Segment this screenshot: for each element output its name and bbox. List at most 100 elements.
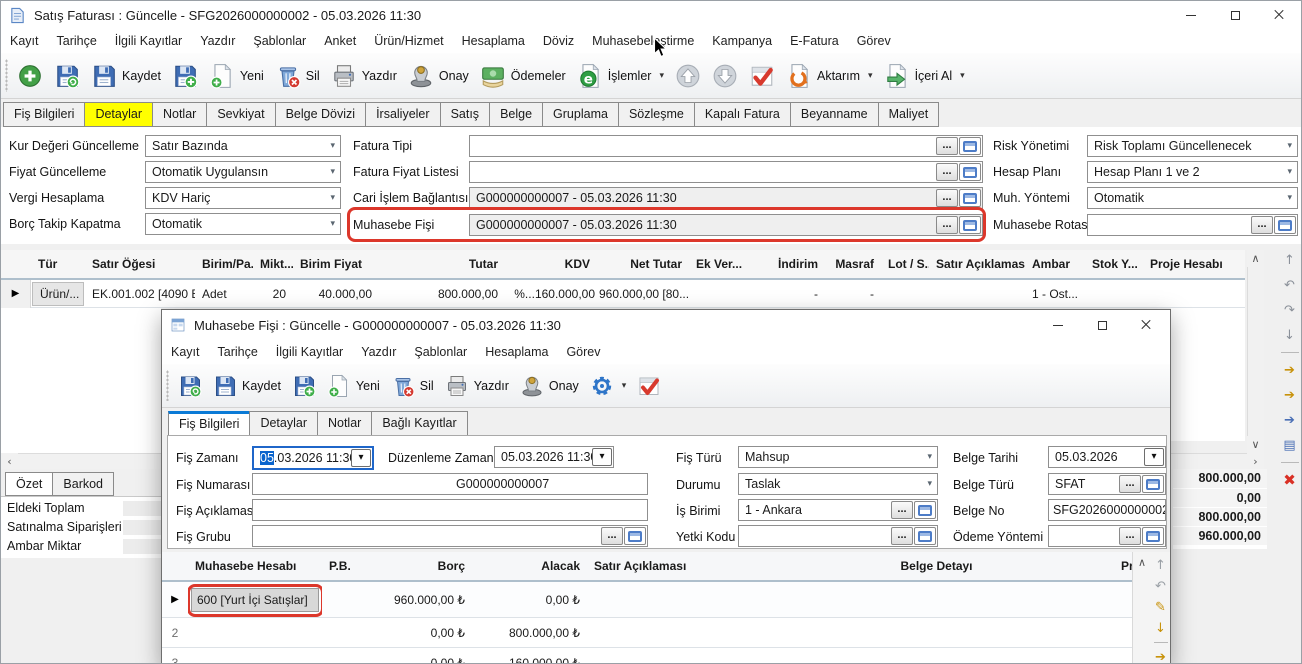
input-muhasebe-fisi[interactable]: G000000000007 - 05.03.2026 11:30 ...	[469, 214, 983, 236]
lookup-window-button[interactable]	[914, 501, 936, 519]
tab-sevkiyat[interactable]: Sevkiyat	[206, 102, 275, 127]
cell-masraf[interactable]: -	[825, 287, 881, 301]
lookup-dots-button[interactable]: ...	[936, 137, 958, 155]
settings-button[interactable]: ▾	[590, 374, 627, 398]
operations-button[interactable]: İşlemler ▾	[577, 63, 664, 89]
approve-button[interactable]: Onay	[520, 374, 579, 398]
close-icon[interactable]	[1257, 1, 1301, 29]
scroll-down-icon[interactable]: ∨	[1247, 436, 1264, 453]
insert-row-icon[interactable]: ➔	[1279, 359, 1301, 381]
lookup-dots-button[interactable]: ...	[891, 527, 913, 545]
cell-birim-fiyat[interactable]: 40.000,00	[293, 287, 379, 301]
input-muhasebe-rotasi[interactable]: ...	[1087, 214, 1298, 236]
select-risk-yonetimi[interactable]: Risk Toplamı Güncellenecek▾	[1087, 135, 1298, 157]
menu-e-fatura[interactable]: E-Fatura	[781, 29, 848, 53]
tab-fis-bilgileri[interactable]: Fiş Bilgileri	[3, 102, 85, 127]
lookup-window-button[interactable]	[959, 137, 981, 155]
menu-kayit[interactable]: Kayıt	[1, 29, 48, 53]
approve-button[interactable]: Onay	[408, 63, 469, 89]
lookup-dots-button[interactable]: ...	[936, 216, 958, 234]
add-detail-icon[interactable]: ➔	[1279, 409, 1301, 431]
lookup-dots-button[interactable]: ...	[1251, 216, 1273, 234]
menu-ilgili-kayitlar[interactable]: İlgili Kayıtlar	[267, 340, 352, 364]
col-stok-y[interactable]: Stok Y...	[1085, 257, 1143, 271]
menu-yazdir[interactable]: Yazdır	[352, 340, 405, 364]
col-miktar[interactable]: Mikt...	[253, 257, 293, 271]
line-note-icon[interactable]: ▤	[1279, 434, 1301, 456]
tab-beyanname[interactable]: Beyanname	[790, 102, 879, 127]
tab-kapali-fatura[interactable]: Kapalı Fatura	[694, 102, 791, 127]
append-row-icon[interactable]: ➔	[1279, 384, 1301, 406]
date-dropdown-icon[interactable]: ▾	[351, 449, 371, 467]
confirm-button[interactable]	[637, 374, 661, 398]
col-belge-detayi[interactable]: Belge Detayı	[759, 559, 1114, 573]
lookup-window-button[interactable]	[959, 163, 981, 181]
save-button[interactable]: Kaydet	[91, 63, 161, 89]
import-button[interactable]: İçeri Al ▾	[884, 63, 965, 89]
redo-icon[interactable]: ↷	[1279, 299, 1301, 321]
table-row[interactable]: 3 0,00 ₺ 160.000,00 ₺	[162, 648, 1134, 664]
tab-sozlesme[interactable]: Sözleşme	[618, 102, 695, 127]
move-top-icon[interactable]: ↑	[1279, 249, 1301, 271]
table-row[interactable]: 2 0,00 ₺ 800.000,00 ₺	[162, 618, 1134, 648]
input-odeme-yontemi[interactable]: ...	[1048, 525, 1166, 547]
scroll-up-icon[interactable]: ∧	[1247, 250, 1264, 267]
scroll-left-icon[interactable]: ‹	[1, 453, 18, 469]
lookup-window-button[interactable]	[959, 216, 981, 234]
minimize-icon[interactable]	[1169, 1, 1213, 29]
menu-urun-hizmet[interactable]: Ürün/Hizmet	[365, 29, 452, 53]
tab-belge[interactable]: Belge	[489, 102, 543, 127]
move-down-button[interactable]	[712, 63, 738, 89]
lookup-dots-button[interactable]: ...	[891, 501, 913, 519]
tab-belge-dovizi[interactable]: Belge Dövizi	[275, 102, 366, 127]
input-fatura-tipi[interactable]: ...	[469, 135, 983, 157]
menu-tarihce[interactable]: Tarihçe	[209, 340, 267, 364]
cell-borc[interactable]: 0,00 ₺	[370, 656, 472, 664]
lookup-dots-button[interactable]: ...	[936, 163, 958, 181]
cell-alacak[interactable]: 160.000,00 ₺	[472, 656, 587, 664]
cell-ambar[interactable]: 1 - Ost...	[1025, 287, 1085, 301]
menu-gorev[interactable]: Görev	[557, 340, 609, 364]
input-belge-tarihi[interactable]: 05.03.2026 ▾	[1048, 446, 1166, 468]
menu-ilgili-kayitlar[interactable]: İlgili Kayıtlar	[106, 29, 191, 53]
col-borc[interactable]: Borç	[370, 559, 472, 573]
payments-button[interactable]: Ödemeler	[480, 63, 566, 89]
lookup-window-button[interactable]	[1142, 475, 1164, 493]
grid-vscrollbar[interactable]	[1247, 250, 1264, 453]
new-button[interactable]: Yeni	[209, 63, 264, 89]
input-fis-grubu[interactable]: ...	[252, 525, 648, 547]
cell-alacak[interactable]: 0,00 ₺	[472, 593, 587, 607]
table-row[interactable]: ▶ 600 [Yurt İçi Satışlar] 960.000,00 ₺ 0…	[162, 582, 1134, 618]
lookup-window-button[interactable]	[914, 527, 936, 545]
col-satir-ogesi[interactable]: Satır Öğesi	[85, 257, 195, 271]
lookup-window-button[interactable]	[959, 189, 981, 207]
tab-gruplama[interactable]: Gruplama	[542, 102, 619, 127]
minimize-icon[interactable]	[1036, 310, 1080, 340]
menu-sablonlar[interactable]: Şablonlar	[244, 29, 315, 53]
input-cari-islem-baglantisi[interactable]: G000000000007 - 05.03.2026 11:30 ...	[469, 187, 983, 209]
col-ambar[interactable]: Ambar	[1025, 257, 1085, 271]
col-ek-ver[interactable]: Ek Ver...	[689, 257, 761, 271]
col-pr[interactable]: Pr...	[1114, 559, 1134, 573]
lookup-dots-button[interactable]: ...	[1119, 475, 1141, 493]
tab-fis-bilgileri[interactable]: Fiş Bilgileri	[168, 411, 250, 436]
input-belge-no[interactable]: SFG2026000000002	[1048, 499, 1166, 521]
tab-notlar[interactable]: Notlar	[152, 102, 207, 127]
date-dropdown-icon[interactable]: ▾	[592, 448, 612, 466]
move-bottom-icon[interactable]: ↓	[1279, 324, 1301, 346]
edit-row-icon[interactable]: ✎	[1150, 597, 1172, 617]
save-refresh-button[interactable]	[54, 63, 80, 89]
col-birim[interactable]: Birim/Pa...	[195, 257, 253, 271]
select-hesap-plani[interactable]: Hesap Planı 1 ve 2▾	[1087, 161, 1298, 183]
input-fis-numarasi[interactable]: G000000000007	[252, 473, 648, 495]
move-bottom-icon[interactable]: ↓	[1150, 618, 1172, 638]
cell-miktar[interactable]: 20	[253, 287, 293, 301]
undo-icon[interactable]: ↶	[1150, 576, 1172, 596]
menu-sablonlar[interactable]: Şablonlar	[405, 340, 476, 364]
move-top-icon[interactable]: ↑	[1150, 555, 1172, 575]
col-proje-hesabi[interactable]: Proje Hesabı	[1143, 257, 1229, 271]
table-row[interactable]: ▶ Ürün/... EK.001.002 [4090 BTF ... Adet…	[1, 280, 1245, 308]
select-kur-degeri-guncelleme[interactable]: Satır Bazında▾	[145, 135, 341, 157]
menu-tarihce[interactable]: Tarihçe	[48, 29, 106, 53]
col-indirim[interactable]: İndirim	[761, 257, 825, 271]
